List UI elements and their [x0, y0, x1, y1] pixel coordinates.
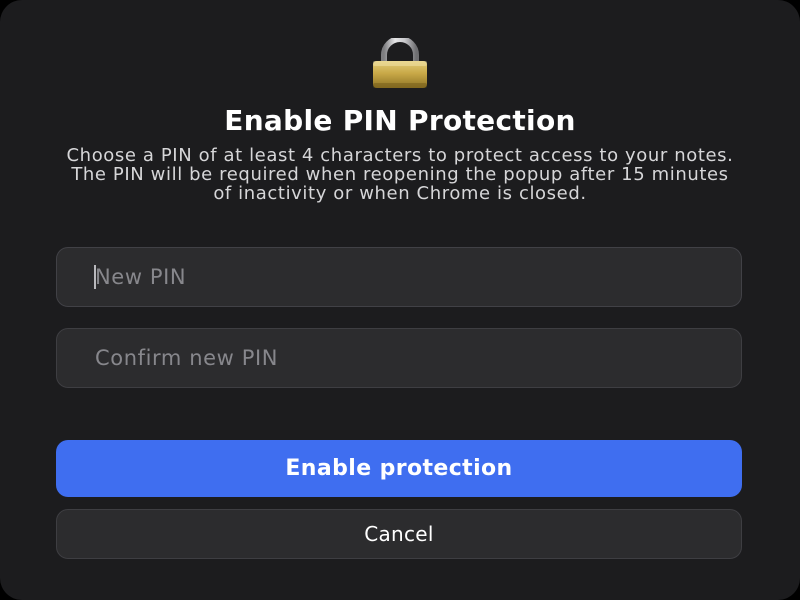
dialog-title: Enable PIN Protection	[224, 104, 576, 137]
text-cursor	[94, 265, 96, 289]
pin-protection-dialog: Enable PIN Protection Choose a PIN of at…	[0, 0, 800, 600]
confirm-pin-input[interactable]	[56, 328, 742, 388]
cancel-button[interactable]: Cancel	[56, 509, 742, 559]
cancel-label: Cancel	[364, 522, 434, 546]
new-pin-input[interactable]	[56, 247, 742, 307]
lock-icon	[364, 38, 436, 90]
dialog-description: Choose a PIN of at least 4 characters to…	[66, 145, 734, 204]
enable-protection-label: Enable protection	[285, 456, 513, 481]
enable-protection-button[interactable]: Enable protection	[56, 440, 742, 497]
